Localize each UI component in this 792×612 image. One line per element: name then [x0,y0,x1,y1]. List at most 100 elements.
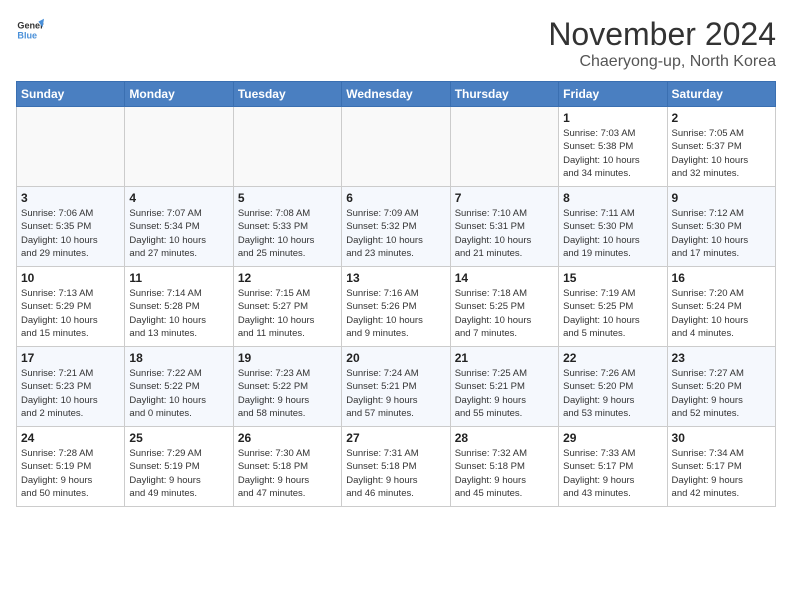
day-number: 16 [672,271,771,285]
calendar-week-row: 17 Sunrise: 7:21 AM Sunset: 5:23 PM Dayli… [17,347,776,427]
calendar-cell: 4 Sunrise: 7:07 AM Sunset: 5:34 PM Daylig… [125,187,233,267]
weekday-header: Thursday [450,82,558,107]
calendar-cell: 17 Sunrise: 7:21 AM Sunset: 5:23 PM Dayli… [17,347,125,427]
calendar-cell: 26 Sunrise: 7:30 AM Sunset: 5:18 PM Dayli… [233,427,341,507]
calendar-cell [233,107,341,187]
day-number: 9 [672,191,771,205]
day-info: Sunrise: 7:19 AM Sunset: 5:25 PM Dayligh… [563,287,662,340]
day-number: 7 [455,191,554,205]
calendar-cell [17,107,125,187]
weekday-header: Monday [125,82,233,107]
calendar-cell: 2 Sunrise: 7:05 AM Sunset: 5:37 PM Daylig… [667,107,775,187]
day-number: 13 [346,271,445,285]
calendar-cell: 16 Sunrise: 7:20 AM Sunset: 5:24 PM Dayli… [667,267,775,347]
day-info: Sunrise: 7:08 AM Sunset: 5:33 PM Dayligh… [238,207,337,260]
day-info: Sunrise: 7:24 AM Sunset: 5:21 PM Dayligh… [346,367,445,420]
day-number: 20 [346,351,445,365]
day-info: Sunrise: 7:10 AM Sunset: 5:31 PM Dayligh… [455,207,554,260]
weekday-header: Friday [559,82,667,107]
day-number: 14 [455,271,554,285]
day-number: 2 [672,111,771,125]
day-info: Sunrise: 7:20 AM Sunset: 5:24 PM Dayligh… [672,287,771,340]
day-info: Sunrise: 7:26 AM Sunset: 5:20 PM Dayligh… [563,367,662,420]
day-number: 12 [238,271,337,285]
calendar-cell: 19Sunrise: 7:23 AM Sunset: 5:22 PM Dayli… [233,347,341,427]
calendar-cell: 8 Sunrise: 7:11 AM Sunset: 5:30 PM Daylig… [559,187,667,267]
day-number: 5 [238,191,337,205]
day-number: 30 [672,431,771,445]
calendar-table: SundayMondayTuesdayWednesdayThursdayFrid… [16,81,776,507]
day-number: 27 [346,431,445,445]
calendar-cell: 28 Sunrise: 7:32 AM Sunset: 5:18 PM Dayli… [450,427,558,507]
calendar-cell: 14Sunrise: 7:18 AM Sunset: 5:25 PM Dayli… [450,267,558,347]
day-number: 23 [672,351,771,365]
day-number: 22 [563,351,662,365]
day-number: 29 [563,431,662,445]
calendar-cell: 20 Sunrise: 7:24 AM Sunset: 5:21 PM Dayli… [342,347,450,427]
weekday-header: Sunday [17,82,125,107]
calendar-cell: 18 Sunrise: 7:22 AM Sunset: 5:22 PM Dayli… [125,347,233,427]
day-number: 3 [21,191,120,205]
calendar-cell: 23 Sunrise: 7:27 AM Sunset: 5:20 PM Dayli… [667,347,775,427]
day-info: Sunrise: 7:32 AM Sunset: 5:18 PM Dayligh… [455,447,554,500]
day-number: 19 [238,351,337,365]
day-number: 24 [21,431,120,445]
day-info: Sunrise: 7:28 AM Sunset: 5:19 PM Dayligh… [21,447,120,500]
calendar-cell: 13 Sunrise: 7:16 AM Sunset: 5:26 PM Dayli… [342,267,450,347]
day-number: 4 [129,191,228,205]
day-info: Sunrise: 7:21 AM Sunset: 5:23 PM Dayligh… [21,367,120,420]
calendar-cell [342,107,450,187]
calendar-cell: 30 Sunrise: 7:34 AM Sunset: 5:17 PM Dayli… [667,427,775,507]
weekday-header: Saturday [667,82,775,107]
calendar-cell: 12 Sunrise: 7:15 AM Sunset: 5:27 PM Dayli… [233,267,341,347]
calendar-week-row: 1Sunrise: 7:03 AM Sunset: 5:38 PM Daylig… [17,107,776,187]
day-number: 26 [238,431,337,445]
day-info: Sunrise: 7:25 AM Sunset: 5:21 PM Dayligh… [455,367,554,420]
calendar-cell: 5 Sunrise: 7:08 AM Sunset: 5:33 PM Daylig… [233,187,341,267]
day-number: 1 [563,111,662,125]
day-number: 18 [129,351,228,365]
calendar-cell: 1Sunrise: 7:03 AM Sunset: 5:38 PM Daylig… [559,107,667,187]
day-number: 8 [563,191,662,205]
location-title: Chaeryong-up, North Korea [548,53,776,71]
calendar-cell [450,107,558,187]
day-info: Sunrise: 7:30 AM Sunset: 5:18 PM Dayligh… [238,447,337,500]
day-number: 11 [129,271,228,285]
day-number: 6 [346,191,445,205]
svg-text:Blue: Blue [17,30,37,40]
day-number: 28 [455,431,554,445]
day-info: Sunrise: 7:07 AM Sunset: 5:34 PM Dayligh… [129,207,228,260]
day-info: Sunrise: 7:11 AM Sunset: 5:30 PM Dayligh… [563,207,662,260]
day-info: Sunrise: 7:06 AM Sunset: 5:35 PM Dayligh… [21,207,120,260]
calendar-week-row: 24 Sunrise: 7:28 AM Sunset: 5:19 PM Dayli… [17,427,776,507]
day-info: Sunrise: 7:29 AM Sunset: 5:19 PM Dayligh… [129,447,228,500]
logo-icon: General Blue [16,16,44,44]
page-header: General Blue November 2024 Chaeryong-up,… [16,16,776,71]
calendar-cell: 11 Sunrise: 7:14 AM Sunset: 5:28 PM Dayli… [125,267,233,347]
day-info: Sunrise: 7:31 AM Sunset: 5:18 PM Dayligh… [346,447,445,500]
day-info: Sunrise: 7:09 AM Sunset: 5:32 PM Dayligh… [346,207,445,260]
calendar-cell: 29 Sunrise: 7:33 AM Sunset: 5:17 PM Dayli… [559,427,667,507]
calendar-cell: 25Sunrise: 7:29 AM Sunset: 5:19 PM Dayli… [125,427,233,507]
day-number: 15 [563,271,662,285]
calendar-week-row: 3 Sunrise: 7:06 AM Sunset: 5:35 PM Daylig… [17,187,776,267]
weekday-header-row: SundayMondayTuesdayWednesdayThursdayFrid… [17,82,776,107]
calendar-cell: 15 Sunrise: 7:19 AM Sunset: 5:25 PM Dayli… [559,267,667,347]
day-info: Sunrise: 7:15 AM Sunset: 5:27 PM Dayligh… [238,287,337,340]
calendar-cell: 6 Sunrise: 7:09 AM Sunset: 5:32 PM Daylig… [342,187,450,267]
day-info: Sunrise: 7:05 AM Sunset: 5:37 PM Dayligh… [672,127,771,180]
calendar-cell: 27 Sunrise: 7:31 AM Sunset: 5:18 PM Dayli… [342,427,450,507]
day-number: 17 [21,351,120,365]
calendar-cell: 21Sunrise: 7:25 AM Sunset: 5:21 PM Dayli… [450,347,558,427]
calendar-week-row: 10 Sunrise: 7:13 AM Sunset: 5:29 PM Dayli… [17,267,776,347]
day-info: Sunrise: 7:14 AM Sunset: 5:28 PM Dayligh… [129,287,228,340]
day-info: Sunrise: 7:33 AM Sunset: 5:17 PM Dayligh… [563,447,662,500]
day-info: Sunrise: 7:22 AM Sunset: 5:22 PM Dayligh… [129,367,228,420]
day-info: Sunrise: 7:16 AM Sunset: 5:26 PM Dayligh… [346,287,445,340]
day-info: Sunrise: 7:34 AM Sunset: 5:17 PM Dayligh… [672,447,771,500]
day-info: Sunrise: 7:27 AM Sunset: 5:20 PM Dayligh… [672,367,771,420]
day-number: 10 [21,271,120,285]
day-info: Sunrise: 7:13 AM Sunset: 5:29 PM Dayligh… [21,287,120,340]
calendar-cell: 3 Sunrise: 7:06 AM Sunset: 5:35 PM Daylig… [17,187,125,267]
weekday-header: Tuesday [233,82,341,107]
